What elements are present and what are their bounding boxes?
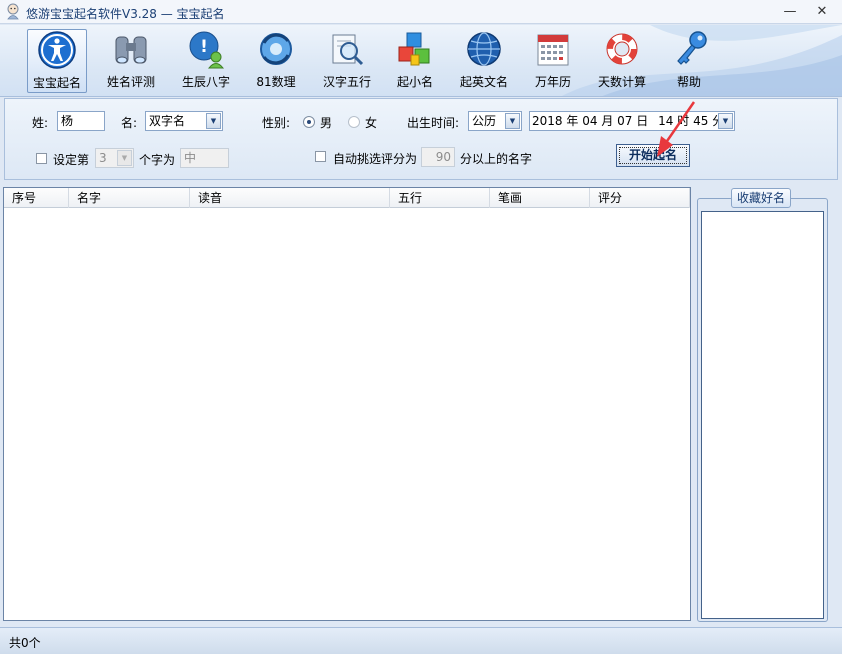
day-unit: 日 bbox=[636, 114, 649, 128]
svg-text:!: ! bbox=[200, 37, 208, 57]
table-header: 序号 名字 读音 五行 笔画 评分 bbox=[4, 188, 690, 208]
name-type-label: 名: bbox=[121, 116, 138, 130]
tool-81-numerology[interactable]: 81数理 bbox=[253, 29, 299, 93]
favorites-title: 收藏好名 bbox=[731, 188, 791, 208]
favorites-group: 收藏好名 bbox=[697, 188, 828, 622]
month-unit: 月 bbox=[601, 114, 614, 128]
gender-female-radio[interactable] bbox=[348, 116, 360, 128]
surname-input[interactable]: 杨 bbox=[57, 111, 105, 131]
chevron-down-icon[interactable]: ▼ bbox=[206, 113, 221, 129]
birth-minute[interactable]: 45 bbox=[693, 114, 708, 128]
main-toolbar: 宝宝起名 姓名评测 ! 生辰八字 81数理 汉字五行 起小名 起英文名 万年历 … bbox=[0, 25, 842, 97]
tool-chinese-five-elements[interactable]: 汉字五行 bbox=[320, 29, 374, 93]
person-icon bbox=[38, 31, 76, 69]
column-header-pronunciation[interactable]: 读音 bbox=[190, 188, 390, 208]
tool-label: 生辰八字 bbox=[181, 75, 230, 89]
tool-label: 宝宝起名 bbox=[32, 76, 81, 90]
minimize-button[interactable]: — bbox=[778, 3, 802, 21]
tool-label: 汉字五行 bbox=[322, 75, 371, 89]
char-index-value: 3 bbox=[99, 151, 107, 165]
column-header-five-elements[interactable]: 五行 bbox=[390, 188, 490, 208]
help-person-icon: ! bbox=[189, 31, 225, 69]
chevron-down-icon[interactable]: ▼ bbox=[718, 113, 733, 129]
tool-label: 起英文名 bbox=[459, 75, 508, 89]
calendar-type-value: 公历 bbox=[472, 114, 497, 128]
birth-datetime-picker[interactable]: 2018 年 04 月 07 日 14 时 45 分 ▼ bbox=[529, 111, 735, 131]
birth-hour[interactable]: 14 bbox=[658, 114, 673, 128]
tool-label: 帮助 bbox=[676, 75, 701, 89]
tool-label: 81数理 bbox=[256, 75, 296, 89]
tool-baby-naming[interactable]: 宝宝起名 bbox=[27, 29, 87, 93]
refresh-globe-icon bbox=[260, 33, 292, 65]
start-naming-button[interactable]: 开始起名 bbox=[616, 144, 690, 167]
tool-label: 起小名 bbox=[396, 75, 433, 89]
lifebuoy-icon bbox=[606, 33, 638, 65]
set-char-label: 设定第 bbox=[53, 153, 90, 167]
auto-pick-label: 自动挑选评分为 bbox=[333, 152, 418, 166]
tool-name-evaluation[interactable]: 姓名评测 bbox=[103, 29, 159, 93]
column-header-score[interactable]: 评分 bbox=[590, 188, 690, 208]
gender-label: 性别: bbox=[262, 116, 291, 130]
naming-options-panel: 姓: 杨 名: 双字名 ▼ 性别: 男 女 出生时间: 公历 ▼ 2018 年 … bbox=[4, 98, 838, 180]
gender-male-label: 男 bbox=[320, 116, 333, 130]
set-char-checkbox[interactable] bbox=[36, 153, 47, 164]
birth-month[interactable]: 04 bbox=[582, 114, 597, 128]
hour-unit: 时 bbox=[677, 114, 690, 128]
auto-pick-checkbox[interactable] bbox=[315, 151, 326, 162]
chevron-down-icon[interactable]: ▼ bbox=[505, 113, 520, 129]
surname-label: 姓: bbox=[32, 116, 49, 130]
char-index-select[interactable]: 3 ▼ bbox=[95, 148, 134, 168]
year-unit: 年 bbox=[566, 114, 579, 128]
birth-year[interactable]: 2018 bbox=[532, 114, 563, 128]
cubes-icon bbox=[398, 32, 430, 66]
column-header-strokes[interactable]: 笔画 bbox=[490, 188, 590, 208]
tool-nickname[interactable]: 起小名 bbox=[394, 29, 436, 93]
close-button[interactable]: ✕ bbox=[810, 3, 834, 21]
name-type-select[interactable]: 双字名 ▼ bbox=[145, 111, 223, 131]
gender-male-radio[interactable] bbox=[303, 116, 315, 128]
auto-pick-score-input[interactable]: 90 bbox=[421, 147, 455, 167]
window-title: 悠游宝宝起名软件V3.28 — 宝宝起名 bbox=[26, 7, 225, 21]
fixed-char-input[interactable]: 中 bbox=[180, 148, 229, 168]
tool-english-name[interactable]: 起英文名 bbox=[456, 29, 512, 93]
magnifier-icon bbox=[332, 34, 364, 66]
char-is-label: 个字为 bbox=[139, 153, 176, 167]
birth-time-label: 出生时间: bbox=[407, 116, 460, 130]
app-logo-icon bbox=[7, 3, 19, 20]
birth-day[interactable]: 07 bbox=[617, 114, 632, 128]
tool-label: 姓名评测 bbox=[106, 75, 155, 89]
tool-perpetual-calendar[interactable]: 万年历 bbox=[531, 29, 575, 93]
key-icon bbox=[677, 31, 707, 65]
tool-birth-eight-chars[interactable]: ! 生辰八字 bbox=[178, 29, 234, 93]
tool-label: 天数计算 bbox=[597, 75, 646, 89]
column-header-index[interactable]: 序号 bbox=[4, 188, 69, 208]
status-bar: 共0个 bbox=[0, 627, 842, 654]
calendar-type-select[interactable]: 公历 ▼ bbox=[468, 111, 522, 131]
name-type-value: 双字名 bbox=[149, 114, 186, 128]
auto-pick-suffix: 分以上的名字 bbox=[460, 152, 533, 166]
results-table[interactable]: 序号 名字 读音 五行 笔画 评分 bbox=[3, 187, 691, 621]
favorites-list[interactable] bbox=[701, 211, 824, 619]
title-bar: 悠游宝宝起名软件V3.28 — 宝宝起名 — ✕ bbox=[0, 0, 842, 24]
result-count: 共0个 bbox=[9, 636, 41, 650]
gender-female-label: 女 bbox=[365, 116, 378, 130]
tool-help[interactable]: 帮助 bbox=[670, 29, 708, 93]
tool-label: 万年历 bbox=[534, 75, 571, 89]
binoculars-icon bbox=[115, 36, 147, 64]
calendar-icon bbox=[537, 34, 569, 66]
chevron-down-icon[interactable]: ▼ bbox=[117, 150, 132, 166]
column-header-name[interactable]: 名字 bbox=[69, 188, 190, 208]
tool-days-calculator[interactable]: 天数计算 bbox=[594, 29, 650, 93]
globe-icon bbox=[467, 32, 501, 66]
